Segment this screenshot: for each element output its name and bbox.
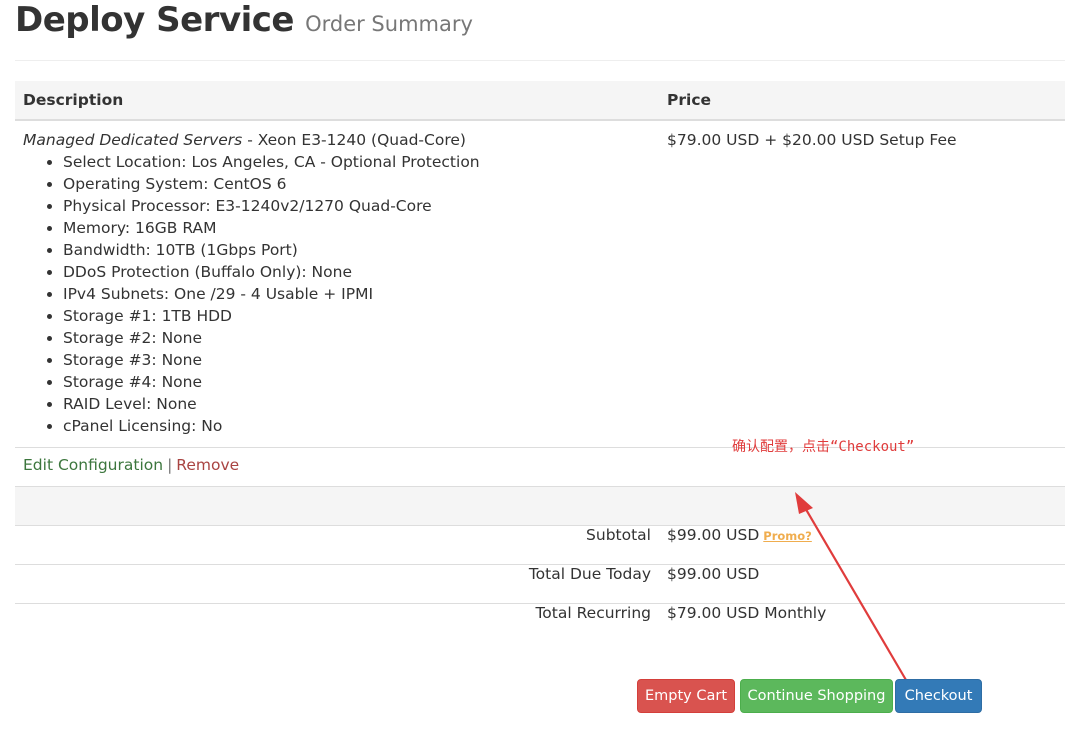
subtotal-value: $99.00 USD: [667, 526, 760, 544]
order-summary-table: Description Price Managed Dedicated Serv…: [15, 81, 1065, 642]
spacer-row: [15, 486, 1065, 526]
list-item: Storage #2: None: [63, 327, 651, 349]
subtotal-row: Subtotal $99.00 USD Promo?: [15, 525, 1065, 565]
due-today-label: Total Due Today: [15, 564, 659, 604]
list-item: Physical Processor: E3-1240v2/1270 Quad-…: [63, 195, 651, 217]
recurring-label: Total Recurring: [15, 603, 659, 642]
item-price: $79.00 USD + $20.00 USD Setup Fee: [667, 131, 957, 149]
config-options-list: Select Location: Los Angeles, CA - Optio…: [23, 151, 651, 437]
list-item: Storage #1: 1TB HDD: [63, 305, 651, 327]
column-header-description: Description: [15, 81, 659, 121]
page-header: Deploy Service Order Summary: [15, 0, 473, 50]
subtotal-cell: $99.00 USD Promo?: [659, 525, 1065, 565]
continue-shopping-button[interactable]: Continue Shopping: [740, 679, 893, 713]
due-today-row: Total Due Today $99.00 USD: [15, 564, 1065, 604]
list-item: Storage #4: None: [63, 371, 651, 393]
list-item: Operating System: CentOS 6: [63, 173, 651, 195]
list-item: Storage #3: None: [63, 349, 651, 371]
list-item: Bandwidth: 10TB (1Gbps Port): [63, 239, 651, 261]
spacer-cell: [15, 486, 1065, 526]
list-item: Memory: 16GB RAM: [63, 217, 651, 239]
table-row: Managed Dedicated Servers - Xeon E3-1240…: [15, 120, 1065, 448]
recurring-value: $79.00 USD Monthly: [659, 603, 1065, 642]
link-separator: |: [167, 456, 173, 474]
promo-link[interactable]: Promo?: [763, 529, 812, 543]
list-item: IPv4 Subnets: One /29 - 4 Usable + IPMI: [63, 283, 651, 305]
remove-link[interactable]: Remove: [176, 456, 239, 474]
edit-configuration-link[interactable]: Edit Configuration: [23, 456, 163, 474]
table-header-row: Description Price: [15, 81, 1065, 121]
annotation-text: 确认配置，点击“Checkout”: [732, 439, 915, 455]
recurring-row: Total Recurring $79.00 USD Monthly: [15, 603, 1065, 642]
list-item: DDoS Protection (Buffalo Only): None: [63, 261, 651, 283]
page-title: Deploy Service: [15, 0, 294, 40]
due-today-value: $99.00 USD: [659, 564, 1065, 604]
product-detail: - Xeon E3-1240 (Quad-Core): [242, 131, 466, 149]
item-description: Managed Dedicated Servers - Xeon E3-1240…: [15, 120, 659, 448]
subtotal-label: Subtotal: [15, 525, 659, 565]
empty-cart-button[interactable]: Empty Cart: [637, 679, 735, 713]
list-item: Select Location: Los Angeles, CA - Optio…: [63, 151, 651, 173]
page-subtitle: Order Summary: [305, 12, 473, 36]
list-item: RAID Level: None: [63, 393, 651, 415]
checkout-button[interactable]: Checkout: [895, 679, 982, 713]
list-item: cPanel Licensing: No: [63, 415, 651, 437]
column-header-price: Price: [659, 81, 1065, 121]
product-name: Managed Dedicated Servers: [23, 131, 243, 149]
header-divider: [15, 60, 1065, 61]
